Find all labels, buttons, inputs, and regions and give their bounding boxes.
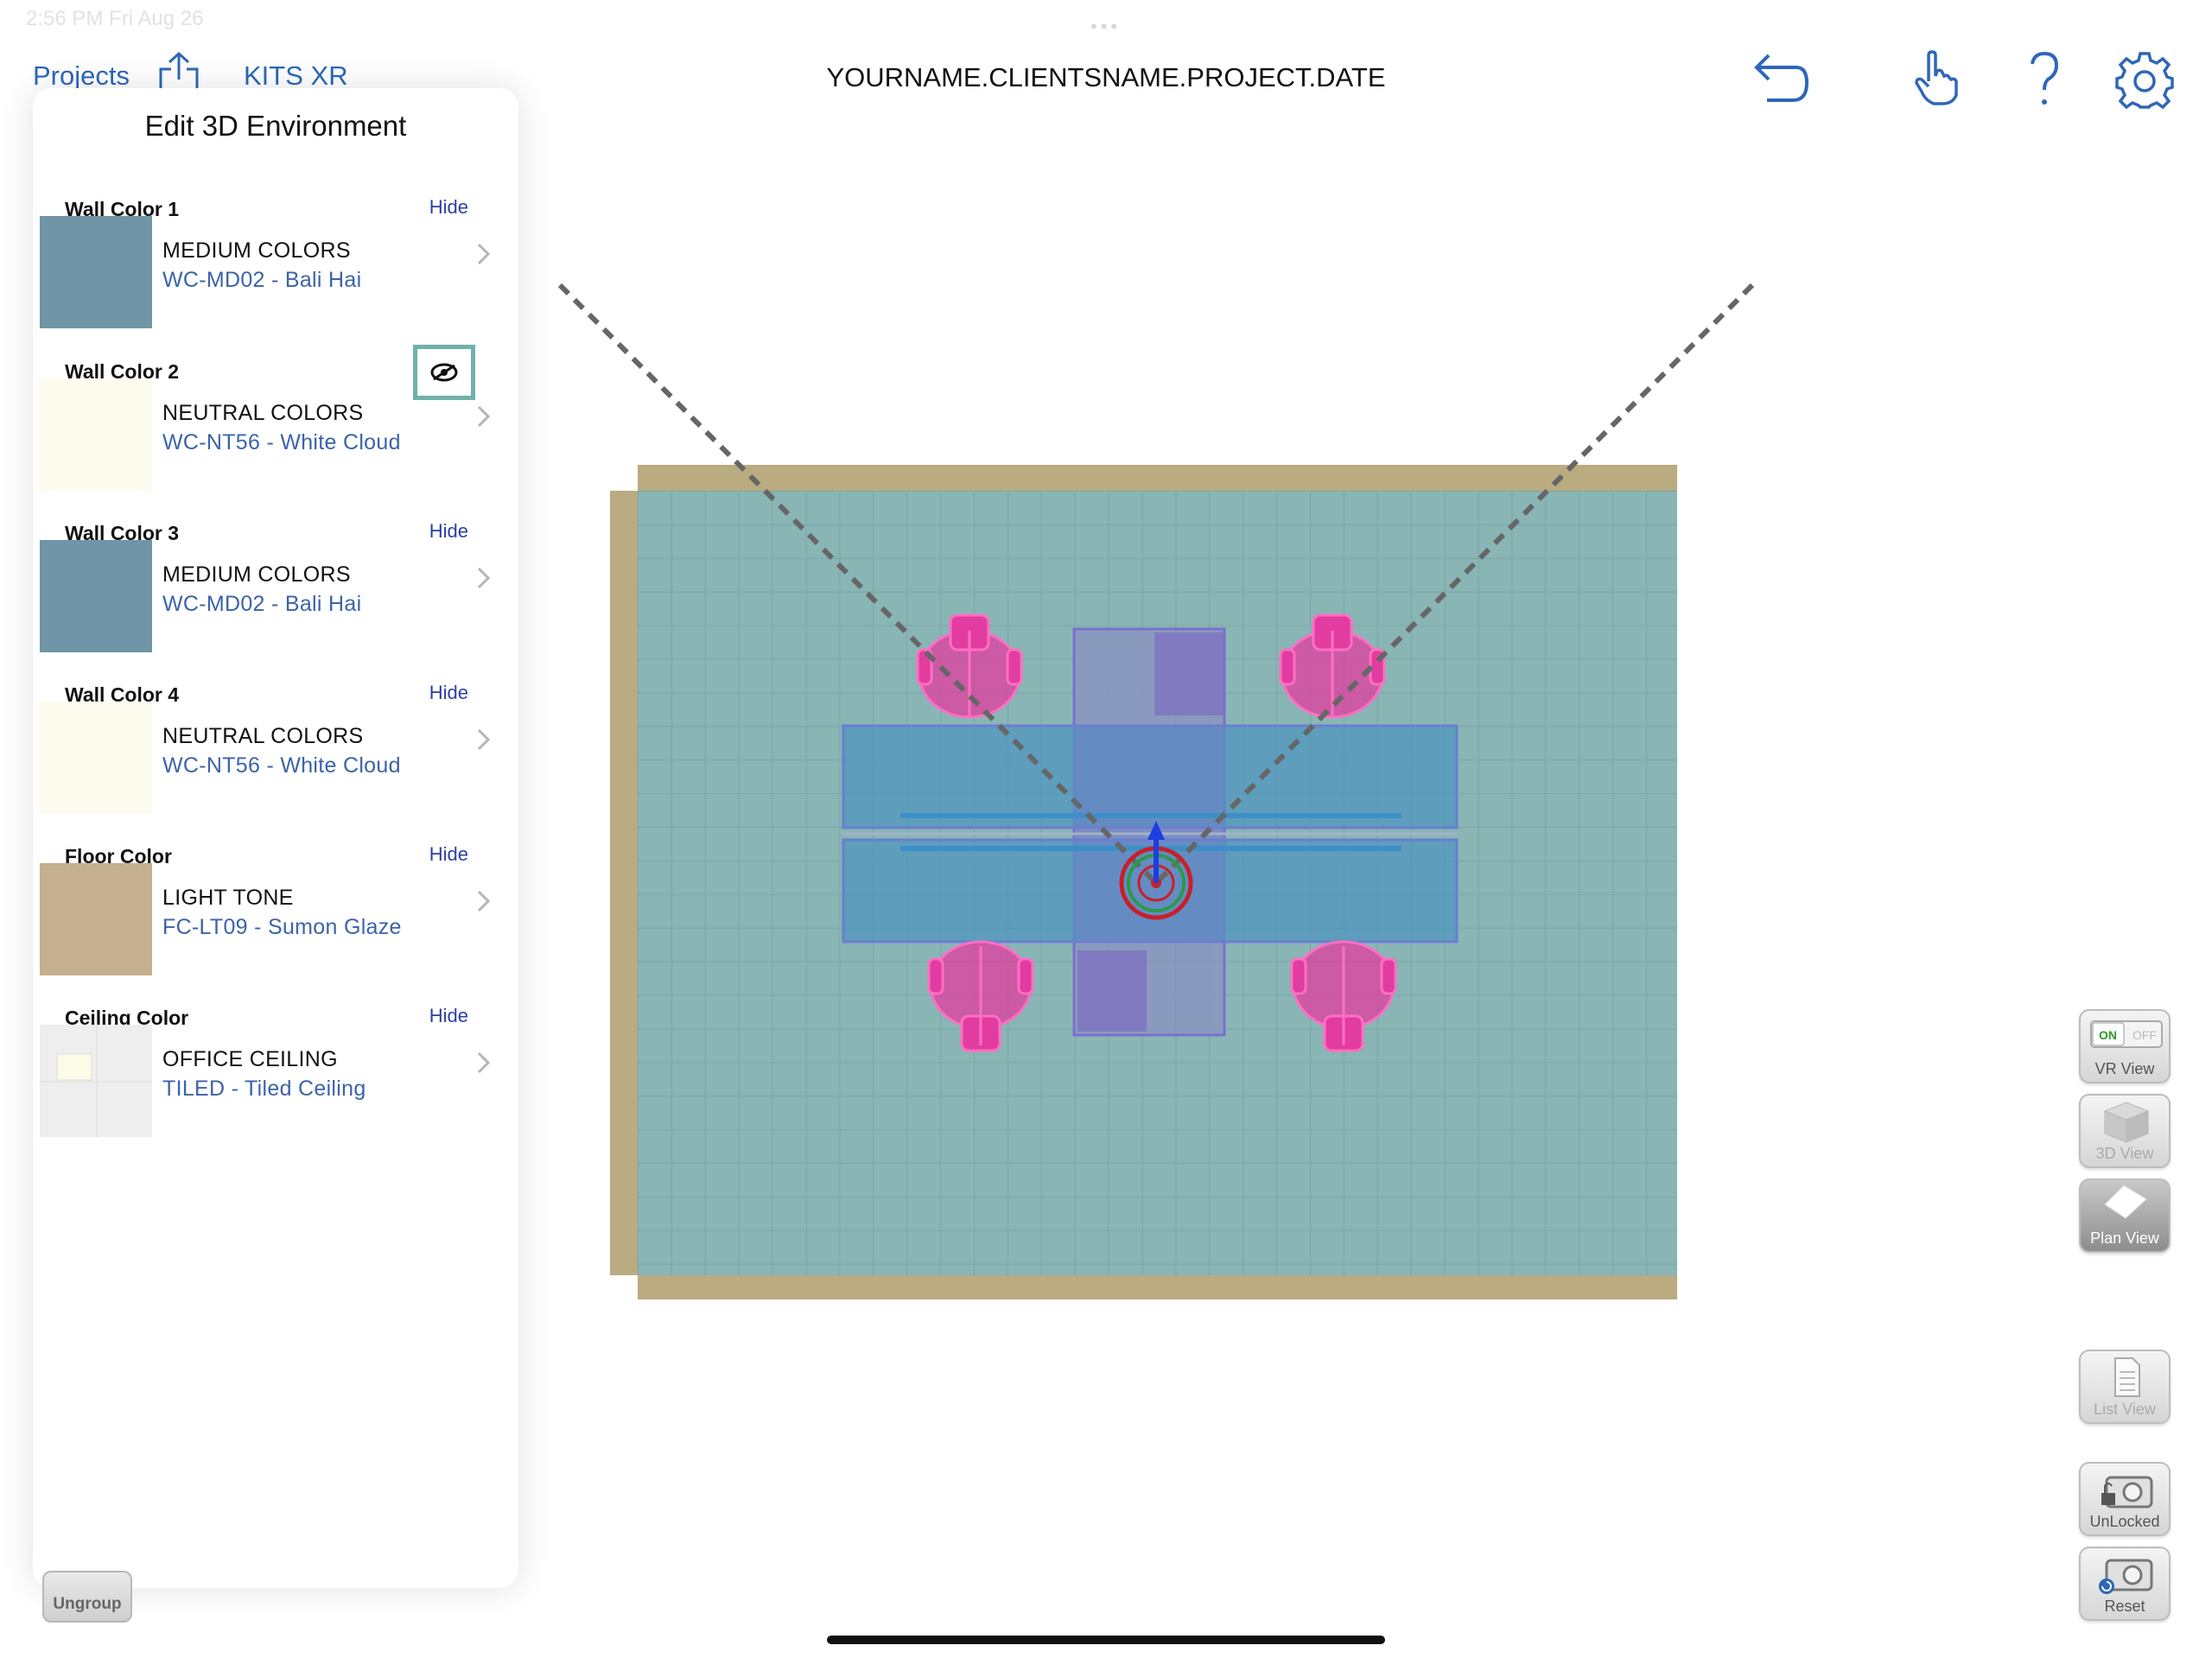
show-hidden-toggle[interactable]	[413, 345, 475, 400]
wall-bottom[interactable]	[638, 1275, 1677, 1299]
color-swatch[interactable]	[40, 378, 152, 491]
item-name[interactable]: FC-LT09 - Sumon Glaze	[162, 915, 402, 940]
hide-button[interactable]: Hide	[429, 1005, 468, 1027]
section-wall-color-4: Wall Color 4 Hide NEUTRAL COLORS WC-NT56…	[33, 682, 518, 846]
section-wall-color-2: Wall Color 2 NEUTRAL COLORS WC-NT56 - Wh…	[33, 345, 518, 523]
camera-unlock-icon	[2101, 1476, 2153, 1509]
list-view-label: List View	[2094, 1401, 2156, 1418]
plan-view-button[interactable]: Plan View	[2079, 1178, 2171, 1253]
item-name[interactable]: WC-NT56 - White Cloud	[162, 430, 401, 455]
chevron-right-icon[interactable]	[475, 888, 493, 914]
screen: 2:56 PM Fri Aug 26 ••• Projects KITS XR …	[0, 0, 2212, 1658]
gear-icon[interactable]	[2115, 50, 2174, 109]
category-name[interactable]: NEUTRAL COLORS	[162, 401, 363, 426]
edit-3d-environment-panel: Edit 3D Environment Wall Color 1 Hide ME…	[33, 88, 518, 1588]
category-name[interactable]: LIGHT TONE	[162, 886, 294, 911]
chevron-right-icon[interactable]	[475, 403, 493, 429]
category-name[interactable]: MEDIUM COLORS	[162, 238, 351, 264]
3d-view-label: 3D View	[2095, 1145, 2154, 1162]
hand-pointer-icon[interactable]	[1911, 50, 1967, 107]
category-name[interactable]: NEUTRAL COLORS	[162, 724, 363, 749]
on-off-switch-icon: ON OFF	[2090, 1020, 2163, 1048]
item-name[interactable]: WC-MD02 - Bali Hai	[162, 268, 361, 293]
color-swatch[interactable]	[40, 216, 152, 328]
wall-top[interactable]	[638, 465, 1677, 491]
hide-button[interactable]: Hide	[429, 682, 468, 704]
chevron-right-icon[interactable]	[475, 1050, 493, 1076]
chevron-right-icon[interactable]	[475, 727, 493, 753]
color-swatch[interactable]	[40, 540, 152, 652]
category-name[interactable]: OFFICE CEILING	[162, 1047, 338, 1072]
plan-view-label: Plan View	[2090, 1229, 2159, 1247]
color-swatch[interactable]	[40, 1025, 152, 1137]
ceiling-tile-pattern	[40, 1025, 152, 1137]
chevron-right-icon[interactable]	[475, 565, 493, 591]
section-ceiling-color: Ceiling Color Hide OFFICE CEILING TILED …	[33, 1005, 518, 1169]
panel-title: Edit 3D Environment	[144, 110, 407, 142]
help-icon[interactable]	[2022, 50, 2065, 107]
plan-diamond-icon	[2104, 1185, 2147, 1219]
color-swatch[interactable]	[40, 863, 152, 975]
document-icon	[2114, 1357, 2140, 1397]
ungroup-label: Ungroup	[53, 1595, 122, 1613]
unlocked-label: UnLocked	[2089, 1513, 2160, 1530]
chevron-right-icon[interactable]	[475, 241, 493, 267]
home-indicator[interactable]	[827, 1636, 1385, 1644]
eye-hidden-icon	[430, 363, 458, 382]
item-name[interactable]: WC-NT56 - White Cloud	[162, 753, 401, 778]
hide-button[interactable]: Hide	[429, 843, 468, 866]
item-name[interactable]: WC-MD02 - Bali Hai	[162, 592, 361, 617]
3d-view-button[interactable]: 3D View	[2079, 1094, 2171, 1168]
cube-icon	[2103, 1102, 2150, 1143]
section-floor-color: Floor Color Hide LIGHT TONE FC-LT09 - Su…	[33, 843, 518, 1007]
list-view-button[interactable]: List View	[2079, 1350, 2171, 1424]
hide-button[interactable]: Hide	[429, 520, 468, 543]
color-swatch[interactable]	[40, 702, 152, 814]
reset-camera-button[interactable]: Reset	[2079, 1547, 2171, 1621]
undo-icon[interactable]	[1750, 50, 1810, 104]
section-wall-color-3: Wall Color 3 Hide MEDIUM COLORS WC-MD02 …	[33, 520, 518, 684]
category-name[interactable]: MEDIUM COLORS	[162, 562, 351, 588]
section-wall-color-1: Wall Color 1 Hide MEDIUM COLORS WC-MD02 …	[33, 196, 518, 360]
vr-view-label: VR View	[2094, 1060, 2155, 1077]
unlocked-camera-button[interactable]: UnLocked	[2079, 1462, 2171, 1536]
item-name[interactable]: TILED - Tiled Ceiling	[162, 1077, 366, 1102]
wall-left[interactable]	[610, 491, 638, 1275]
camera-reset-icon	[2099, 1559, 2153, 1594]
ungroup-button[interactable]: Ungroup	[42, 1571, 132, 1623]
vr-on-text: ON	[2099, 1028, 2117, 1042]
hide-button[interactable]: Hide	[429, 196, 468, 219]
vr-view-toggle[interactable]: ON OFF VR View	[2079, 1009, 2171, 1083]
vr-off-text: OFF	[2133, 1028, 2157, 1042]
reset-label: Reset	[2104, 1598, 2145, 1615]
